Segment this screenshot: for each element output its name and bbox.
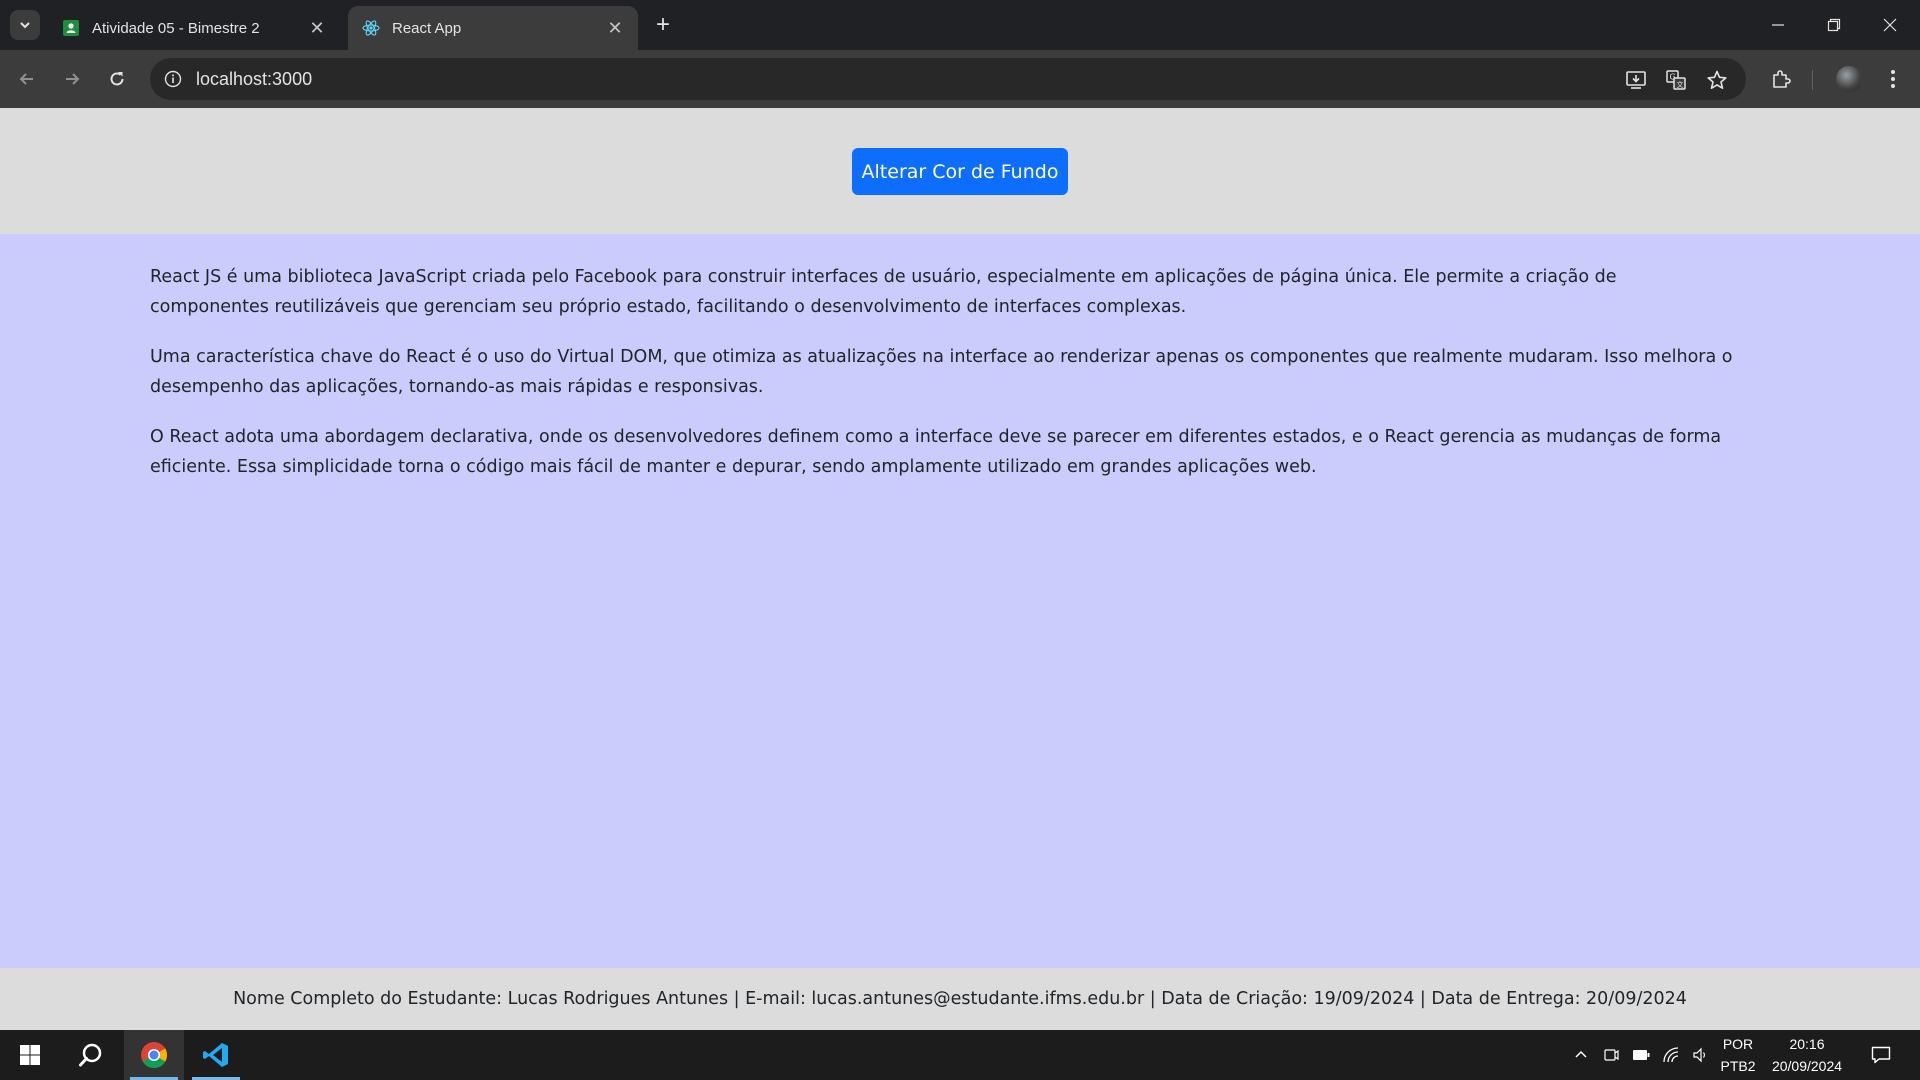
reload-icon[interactable] [102,64,132,94]
language-indicator[interactable]: POR PTB2 [1718,1033,1758,1077]
meet-now-icon[interactable] [1600,1030,1622,1080]
minimize-icon[interactable] [1760,10,1796,40]
new-tab-button[interactable]: + [650,11,676,38]
url-text: localhost:3000 [196,68,313,89]
forward-icon[interactable] [57,64,87,94]
chrome-icon[interactable] [124,1030,184,1080]
close-tab-icon[interactable]: ✕ [308,18,326,38]
page-footer: Nome Completo do Estudante: Lucas Rodrig… [0,968,1920,1030]
extensions-icon[interactable] [1766,64,1796,94]
tab-title: Atividade 05 - Bimestre 2 [92,19,260,37]
svg-text:G: G [1670,73,1676,82]
search-icon[interactable] [62,1030,120,1080]
paragraph: Uma característica chave do React é o us… [150,347,1733,397]
install-app-icon[interactable] [1624,68,1648,92]
clock-date: 20/09/2024 [1771,1058,1843,1074]
tab-atividade[interactable]: Atividade 05 - Bimestre 2 ✕ [48,6,340,50]
browser-tab-strip: Atividade 05 - Bimestre 2 ✕ React App ✕ … [0,0,1920,50]
tab-title: React App [392,19,462,37]
tab-search-button[interactable] [10,10,40,40]
footer-text: Nome Completo do Estudante: Lucas Rodrig… [233,989,1687,1009]
site-info-icon[interactable] [162,68,184,90]
profile-avatar[interactable] [1836,66,1862,92]
battery-icon[interactable] [1630,1030,1652,1080]
page-header: Alterar Cor de Fundo [0,108,1920,234]
browser-toolbar: localhost:3000 G文 [0,50,1920,108]
main-content: React JS é uma biblioteca JavaScript cri… [150,262,1740,502]
start-icon[interactable] [0,1030,60,1080]
keyboard-layout: PTB2 [1720,1058,1756,1074]
clock[interactable]: 20:16 20/09/2024 [1766,1033,1848,1077]
volume-icon[interactable] [1690,1030,1712,1080]
address-bar[interactable]: localhost:3000 [150,58,1746,100]
bookmark-star-icon[interactable] [1705,68,1729,92]
toolbar-divider [1812,70,1813,90]
vscode-icon[interactable] [186,1030,246,1080]
menu-kebab-icon[interactable] [1878,64,1908,94]
clock-time: 20:16 [1789,1036,1825,1052]
restore-icon[interactable] [1816,10,1852,40]
language-code: POR [1722,1036,1754,1052]
close-window-icon[interactable] [1872,10,1908,40]
translate-icon[interactable]: G文 [1664,68,1688,92]
close-tab-icon[interactable]: ✕ [606,18,624,38]
change-background-button[interactable]: Alterar Cor de Fundo [852,148,1068,195]
notification-icon[interactable] [1866,1030,1896,1080]
paragraph: O React adota uma abordagem declarativa,… [150,427,1722,477]
tab-react-app[interactable]: React App ✕ [348,6,638,50]
classroom-icon [62,19,80,37]
react-icon [362,19,380,37]
taskbar: POR PTB2 20:16 20/09/2024 [0,1030,1920,1080]
paragraph: React JS é uma biblioteca JavaScript cri… [150,267,1617,317]
web-page: Alterar Cor de Fundo React JS é uma bibl… [0,108,1920,1030]
svg-text:文: 文 [1677,80,1684,89]
back-icon[interactable] [12,64,42,94]
chevron-up-icon[interactable] [1570,1030,1592,1080]
chevron-down-icon [20,22,30,29]
wifi-icon[interactable] [1660,1030,1682,1080]
